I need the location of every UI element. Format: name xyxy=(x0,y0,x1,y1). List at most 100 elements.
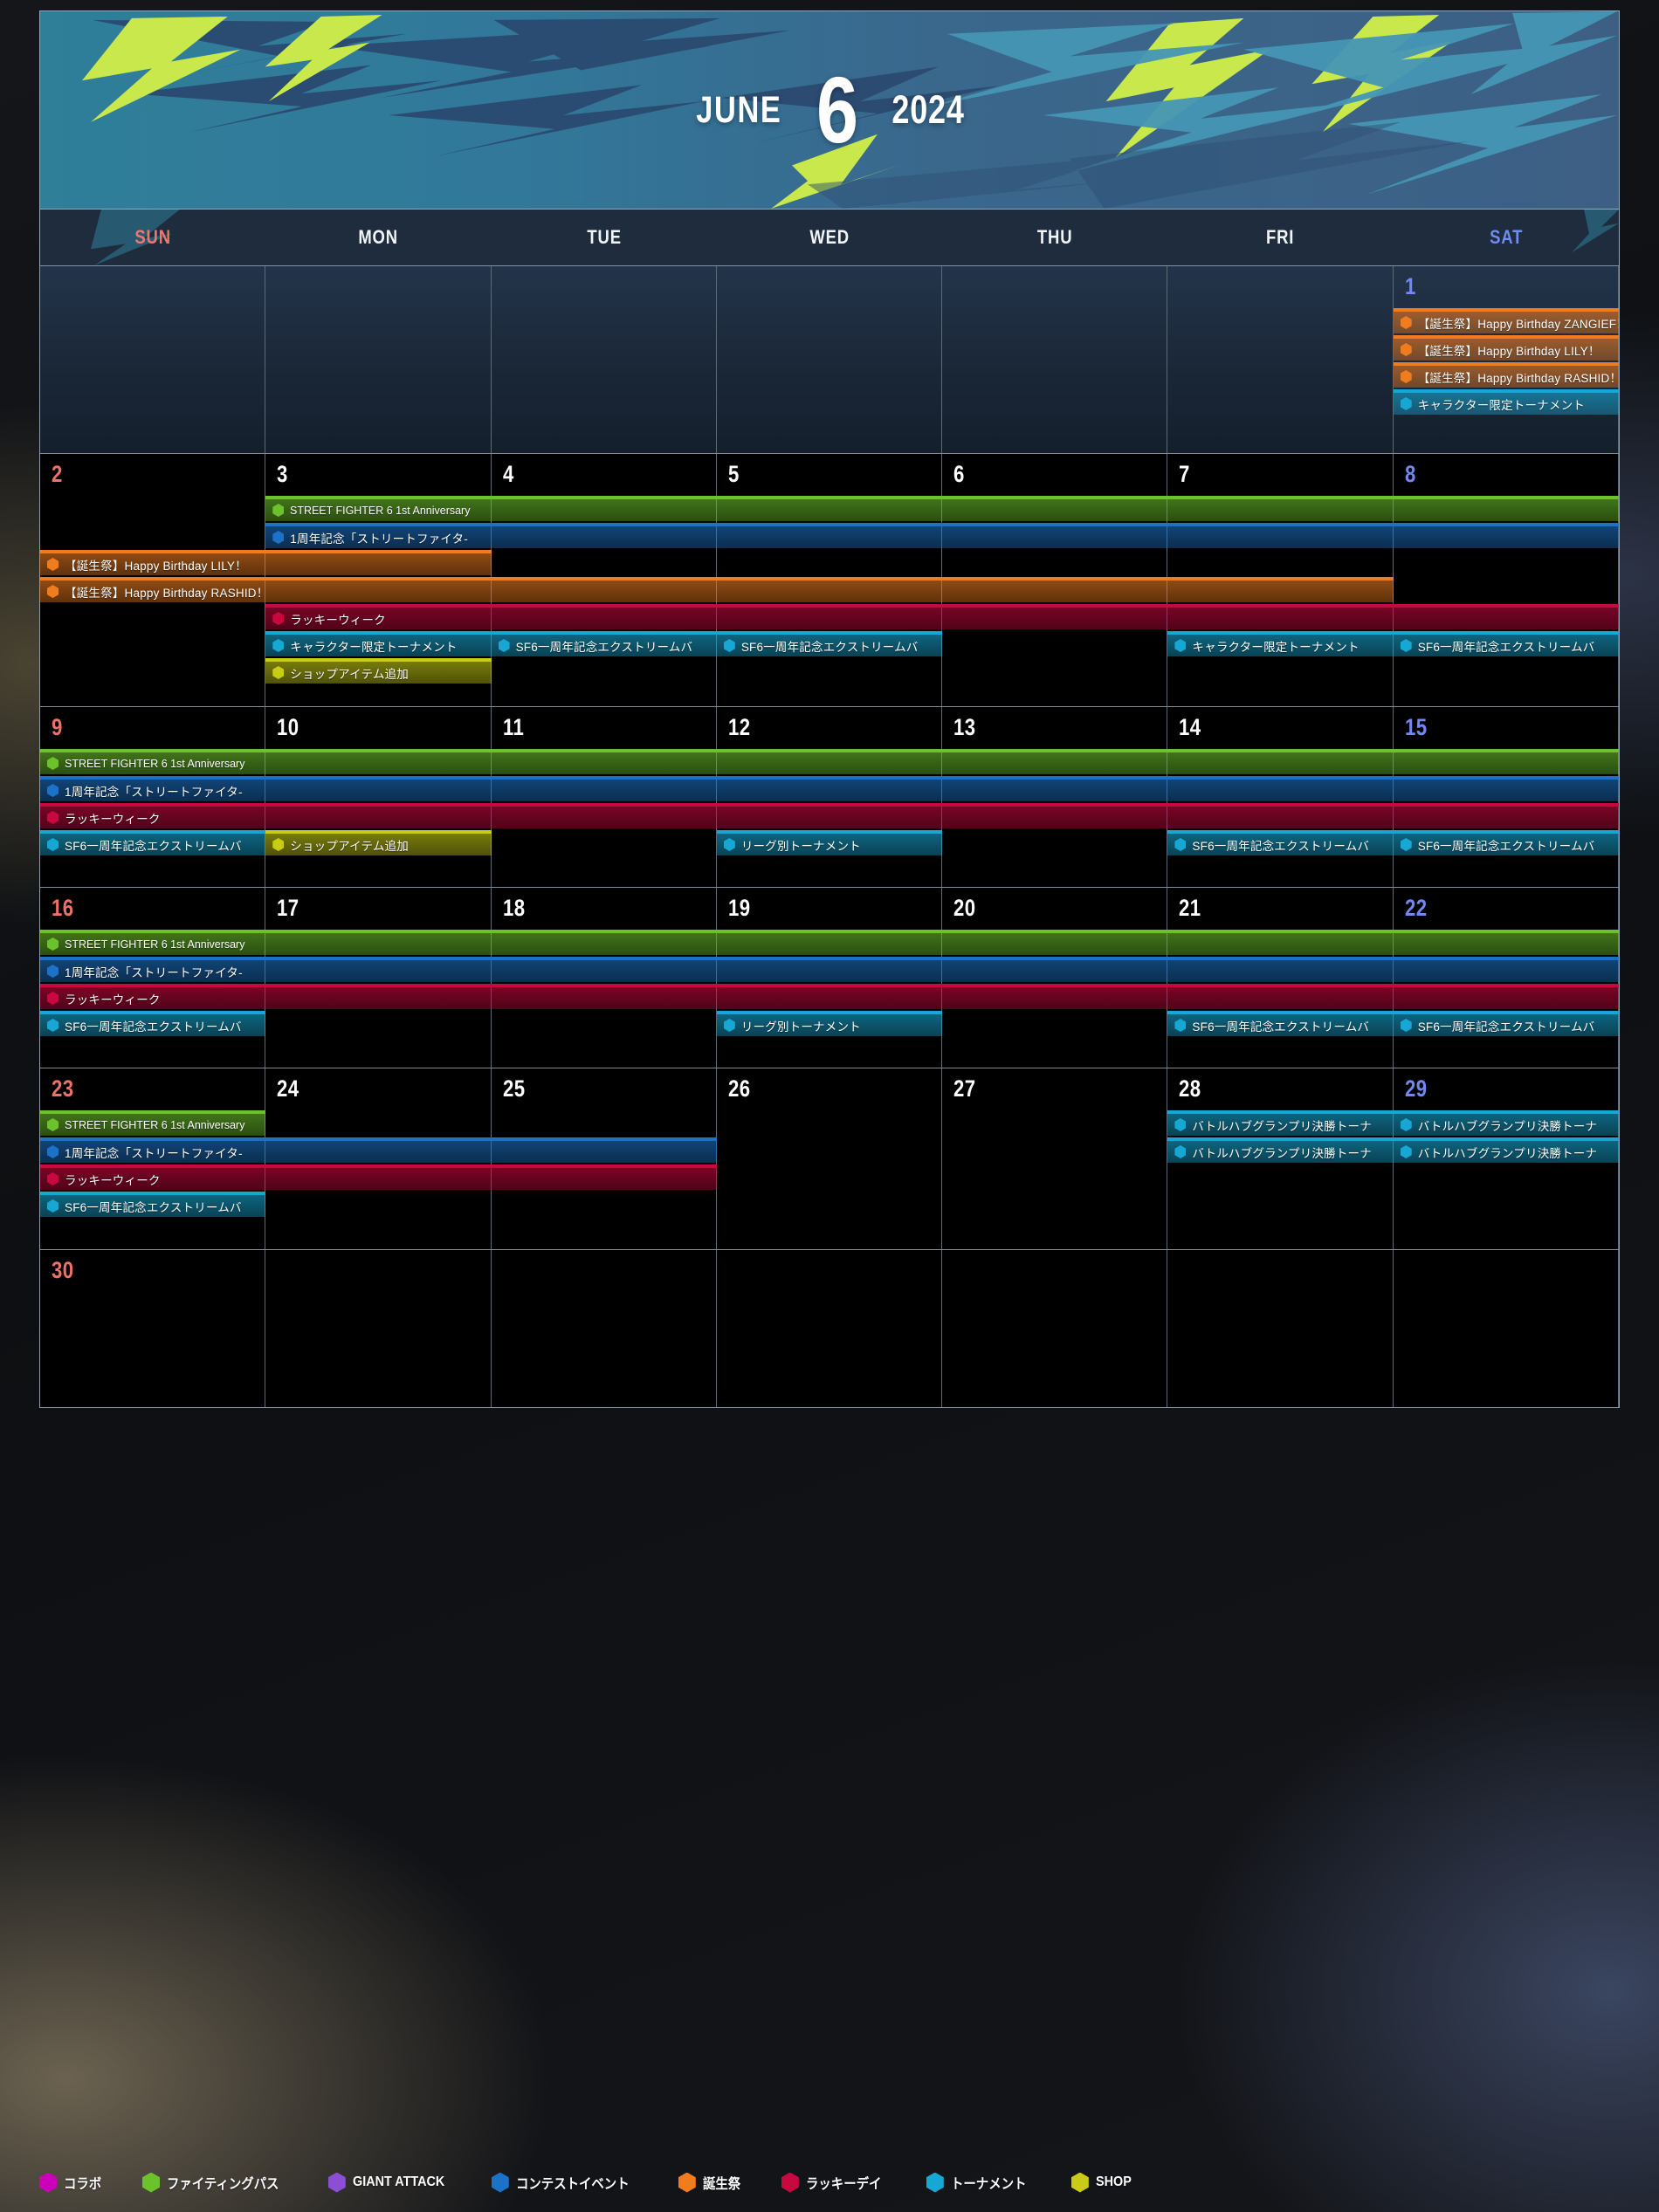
event-bar[interactable]: 【誕生祭】Happy Birthday ZANGIEF！ xyxy=(1393,308,1619,333)
event-bar[interactable]: キャラクター限定トーナメント xyxy=(1167,631,1394,656)
legend-item-fighting-pass[interactable]: ファイティングパス xyxy=(142,2172,292,2193)
event-category-hexagon-icon xyxy=(272,504,285,517)
event-label: 1周年記念「ストリートファイタ- xyxy=(65,1146,243,1160)
event-bar[interactable]: SF6一周年記念エクストリームバ xyxy=(1393,631,1619,656)
event-bar[interactable]: ラッキーウィーク xyxy=(40,1164,717,1190)
weekday-header-tue: TUE xyxy=(586,226,622,248)
event-category-hexagon-icon xyxy=(47,757,59,770)
event-label: STREET FIGHTER 6 1st Anniversary xyxy=(65,938,245,951)
event-category-hexagon-icon xyxy=(272,531,285,544)
event-bar[interactable]: リーグ別トーナメント xyxy=(716,1011,943,1036)
event-bar[interactable]: 1周年記念「ストリートファイタ- xyxy=(40,1137,717,1163)
day-number: 11 xyxy=(502,714,524,740)
day-cell-27[interactable]: 27 xyxy=(942,1068,1168,1249)
day-number: 13 xyxy=(953,714,976,740)
calendar-week-row: 23 24 25 26 27 28 29 STREET FIGHTER 6 1st Anniv… xyxy=(40,1068,1619,1250)
event-bar[interactable]: SF6一周年記念エクストリームバ xyxy=(491,631,717,656)
event-label: STREET FIGHTER 6 1st Anniversary xyxy=(290,504,471,517)
event-bar[interactable]: ラッキーウィーク xyxy=(40,803,1619,828)
event-bar[interactable]: 1周年記念「ストリートファイタ- xyxy=(40,776,1619,801)
legend-item-collab[interactable]: コラボ xyxy=(39,2172,106,2193)
day-number: 17 xyxy=(277,895,299,921)
day-number: 10 xyxy=(277,714,299,740)
day-number: 2 xyxy=(52,461,63,487)
event-label: 【誕生祭】Happy Birthday LILY！ xyxy=(65,559,247,573)
event-label: 1周年記念「ストリートファイタ- xyxy=(65,785,243,799)
event-label: 【誕生祭】Happy Birthday ZANGIEF！ xyxy=(1417,317,1619,331)
day-cell-30[interactable]: 30 xyxy=(40,1250,266,1407)
event-bar[interactable]: 1周年記念「ストリートファイタ- xyxy=(40,957,1619,982)
event-bar[interactable]: 1周年記念「ストリートファイタ- xyxy=(265,523,1619,548)
event-category-hexagon-icon xyxy=(1174,1145,1187,1158)
legend-label: 誕生祭 xyxy=(702,2177,740,2192)
event-bar[interactable]: 【誕生祭】Happy Birthday LILY！ xyxy=(40,550,492,575)
event-bar[interactable]: STREET FIGHTER 6 1st Anniversary xyxy=(265,496,1619,521)
event-bar[interactable]: STREET FIGHTER 6 1st Anniversary xyxy=(40,749,1619,774)
event-category-hexagon-icon xyxy=(47,965,59,978)
event-bar[interactable]: SF6一周年記念エクストリームバ xyxy=(716,631,943,656)
event-label: STREET FIGHTER 6 1st Anniversary xyxy=(65,1118,245,1131)
weekday-header-wed: WED xyxy=(809,226,850,248)
legend-item-lucky-day[interactable]: ラッキーデイ xyxy=(781,2172,890,2193)
day-number: 9 xyxy=(52,714,63,740)
event-category-hexagon-icon xyxy=(47,1145,59,1158)
event-bar[interactable]: SF6一周年記念エクストリームバ xyxy=(1393,1011,1619,1036)
event-label: キャラクター限定トーナメント xyxy=(1192,640,1360,654)
event-label: ラッキーウィーク xyxy=(65,1173,161,1187)
legend-item-birthday[interactable]: 誕生祭 xyxy=(678,2172,745,2193)
day-number: 6 xyxy=(953,461,965,487)
event-category-hexagon-icon xyxy=(47,1019,59,1032)
event-bar[interactable]: バトルハブグランプリ決勝トーナ xyxy=(1167,1137,1394,1163)
event-bar[interactable]: 【誕生祭】Happy Birthday RASHID！ xyxy=(40,577,1394,602)
event-bar[interactable]: 【誕生祭】Happy Birthday LILY！ xyxy=(1393,335,1619,361)
event-category-hexagon-icon xyxy=(47,1199,59,1212)
legend-label: コラボ xyxy=(64,2177,102,2192)
legend-item-giant-attack[interactable]: GIANT ATTACK xyxy=(327,2172,455,2193)
event-category-hexagon-icon xyxy=(1174,838,1187,851)
day-number: 19 xyxy=(727,895,751,921)
category-legend: コラボ ファイティングパス GIANT ATTACK コンテストイベント 誕生祭 ラッキー… xyxy=(39,2172,1172,2193)
event-bar[interactable]: SF6一周年記念エクストリームバ xyxy=(40,1192,266,1217)
event-category-hexagon-icon xyxy=(1174,639,1187,652)
event-bar[interactable]: ショップアイテム追加 xyxy=(265,658,492,684)
event-bar[interactable]: SF6一周年記念エクストリームバ xyxy=(40,1011,266,1036)
event-bar[interactable]: キャラクター限定トーナメント xyxy=(265,631,492,656)
day-cell-8[interactable]: 8 xyxy=(1393,454,1619,706)
day-number: 3 xyxy=(277,461,289,487)
event-category-hexagon-icon xyxy=(1400,370,1412,383)
event-bar[interactable]: 【誕生祭】Happy Birthday RASHID！ xyxy=(1393,362,1619,388)
event-bar[interactable]: ラッキーウィーク xyxy=(265,604,1619,629)
event-label: 1周年記念「ストリートファイタ- xyxy=(65,965,243,979)
event-category-hexagon-icon xyxy=(723,1019,735,1032)
event-bar[interactable]: キャラクター限定トーナメント xyxy=(1393,389,1619,415)
day-cell-empty xyxy=(942,1250,1168,1407)
event-bar[interactable]: バトルハブグランプリ決勝トーナ xyxy=(1167,1110,1394,1136)
event-label: バトルハブグランプリ決勝トーナ xyxy=(1192,1119,1372,1133)
legend-item-contest-event[interactable]: コンテストイベント xyxy=(491,2172,642,2193)
day-number: 24 xyxy=(277,1075,299,1102)
event-label: リーグ別トーナメント xyxy=(740,839,861,853)
event-bar[interactable]: STREET FIGHTER 6 1st Anniversary xyxy=(40,1110,266,1136)
event-label: ラッキーウィーク xyxy=(290,613,386,627)
weekday-header-sat: SAT xyxy=(1489,226,1523,248)
event-bar[interactable]: STREET FIGHTER 6 1st Anniversary xyxy=(40,930,1619,955)
event-bar[interactable]: SF6一周年記念エクストリームバ xyxy=(1167,1011,1394,1036)
legend-item-tournament[interactable]: トーナメント xyxy=(926,2172,1035,2193)
event-bar[interactable]: SF6一周年記念エクストリームバ xyxy=(1167,830,1394,855)
event-bar[interactable]: バトルハブグランプリ決勝トーナ xyxy=(1393,1110,1619,1136)
event-category-hexagon-icon xyxy=(47,1172,59,1185)
day-cell-26[interactable]: 26 xyxy=(716,1068,943,1249)
day-number: 12 xyxy=(727,714,751,740)
event-bar[interactable]: リーグ別トーナメント xyxy=(716,830,943,855)
event-bar[interactable]: SF6一周年記念エクストリームバ xyxy=(40,830,266,855)
event-bar[interactable]: ラッキーウィーク xyxy=(40,984,1619,1009)
legend-item-shop[interactable]: SHOP xyxy=(1070,2172,1135,2193)
event-label: 【誕生祭】Happy Birthday RASHID！ xyxy=(65,586,269,600)
event-category-hexagon-icon xyxy=(272,838,285,851)
day-number: 5 xyxy=(727,461,740,487)
event-bar[interactable]: SF6一周年記念エクストリームバ xyxy=(1393,830,1619,855)
event-bar[interactable]: ショップアイテム追加 xyxy=(265,830,492,855)
event-bar[interactable]: バトルハブグランプリ決勝トーナ xyxy=(1393,1137,1619,1163)
event-category-hexagon-icon xyxy=(272,639,285,652)
event-category-hexagon-icon xyxy=(1400,1118,1412,1131)
